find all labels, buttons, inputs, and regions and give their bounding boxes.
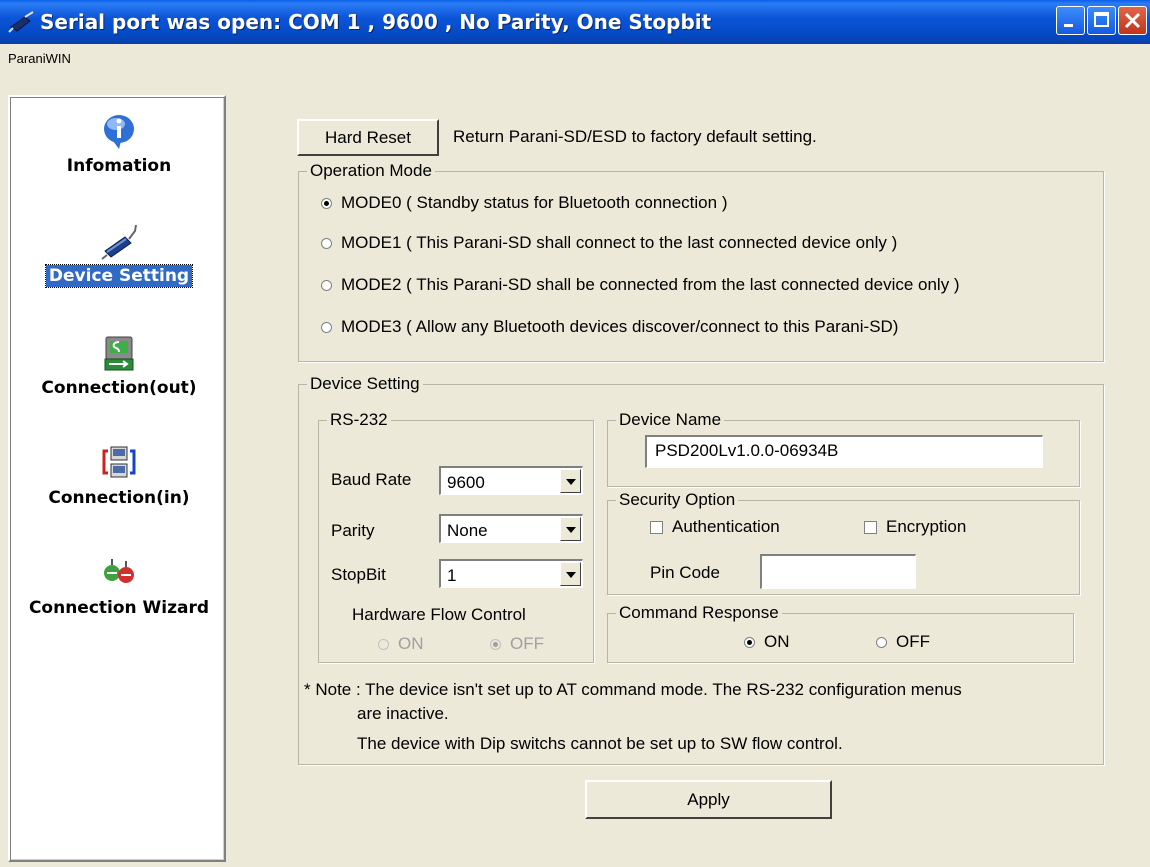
flow-control-label: Hardware Flow Control [352,605,526,624]
minimize-button[interactable] [1056,6,1085,35]
baud-rate-select[interactable]: 9600 [439,466,583,495]
title-bar[interactable]: Serial port was open: COM 1 , 9600 , No … [0,0,1150,44]
parity-select[interactable]: None [439,514,583,543]
checkbox-icon [650,520,663,534]
maximize-button[interactable] [1087,6,1116,35]
stopbit-label: StopBit [331,565,386,584]
note-line-2: are inactive. [357,704,449,723]
hard-reset-button[interactable]: Hard Reset [297,119,439,156]
serial-cable-icon [101,224,137,260]
mode3-radio[interactable]: MODE3 ( Allow any Bluetooth devices disc… [321,317,898,337]
radio-icon [321,321,332,333]
pin-code-input[interactable] [760,554,916,589]
rs232-title: RS-232 [327,410,391,430]
note-line-3: The device with Dip switchs cannot be se… [357,734,843,753]
sidebar-item-label: Connection Wizard [28,598,210,618]
radio-selected-icon [744,636,755,648]
mode0-label: MODE0 ( Standby status for Bluetooth con… [341,193,728,212]
close-button[interactable] [1118,6,1147,35]
sidebar-item-information[interactable]: Infomation [10,111,228,177]
command-response-off-label: OFF [896,632,930,651]
flow-on-radio[interactable]: ON [378,634,424,654]
device-name-input[interactable]: PSD200Lv1.0.0-06934B [645,435,1043,468]
command-response-on-radio[interactable]: ON [744,632,790,652]
mode1-radio[interactable]: MODE1 ( This Parani-SD shall connect to … [321,233,897,253]
sidebar-item-label: Infomation [66,156,172,176]
sidebar-item-label: Device Setting [44,264,194,288]
sidebar-item-device-setting[interactable]: Device Setting [10,221,228,288]
radio-icon [378,638,389,650]
stopbit-value: 1 [447,566,457,585]
radio-icon [876,636,887,648]
close-icon [1124,12,1141,29]
device-setting-title: Device Setting [307,374,423,394]
mode2-label: MODE2 ( This Parani-SD shall be connecte… [341,275,960,294]
command-response-title: Command Response [616,603,782,623]
apply-button[interactable]: Apply [585,780,832,819]
note-line-1: * Note : The device isn't set up to AT c… [304,680,962,699]
menu-paraniwin[interactable]: ParaniWIN [8,51,71,66]
checkbox-icon [864,520,877,534]
baud-rate-value: 9600 [447,473,485,492]
radio-selected-icon [321,197,332,209]
baud-rate-label: Baud Rate [331,470,412,489]
chevron-down-icon[interactable] [560,517,581,541]
hard-reset-description: Return Parani-SD/ESD to factory default … [453,127,817,146]
chevron-down-icon[interactable] [560,562,581,586]
radio-icon [321,279,332,291]
command-response-group: Command Response [607,603,1074,663]
serial-plug-icon [8,11,34,33]
encryption-label: Encryption [886,517,967,536]
command-response-off-radio[interactable]: OFF [876,632,930,652]
sidebar-item-connection-in[interactable]: Connection(in) [10,443,228,509]
flow-off-radio[interactable]: OFF [490,634,544,654]
parity-value: None [447,521,488,540]
connection-out-icon [104,336,134,371]
authentication-checkbox[interactable]: Authentication [650,517,780,537]
flow-on-label: ON [398,634,424,653]
flow-off-label: OFF [510,634,544,653]
mode0-radio[interactable]: MODE0 ( Standby status for Bluetooth con… [321,193,727,213]
mode2-radio[interactable]: MODE2 ( This Parani-SD shall be connecte… [321,275,960,295]
maximize-icon [1094,12,1109,27]
sidebar-item-label: Connection(out) [41,378,197,398]
connection-in-icon [102,446,136,478]
sidebar-item-connection-out[interactable]: Connection(out) [10,333,228,399]
stopbit-select[interactable]: 1 [439,559,583,588]
info-icon [104,115,134,149]
security-option-title: Security Option [616,490,739,510]
sidebar-nav: Infomation Device Setting Connection(out… [8,95,226,862]
radio-icon [321,237,332,249]
pin-code-label: Pin Code [650,563,720,582]
mode1-label: MODE1 ( This Parani-SD shall connect to … [341,233,898,252]
chevron-down-icon[interactable] [560,469,581,493]
sidebar-item-connection-wizard[interactable]: Connection Wizard [10,553,228,619]
sidebar-item-label: Connection(in) [48,488,190,508]
authentication-label: Authentication [672,517,780,536]
radio-selected-icon [490,638,501,650]
mode3-label: MODE3 ( Allow any Bluetooth devices disc… [341,317,899,336]
device-name-title: Device Name [616,410,725,430]
encryption-checkbox[interactable]: Encryption [864,517,966,537]
parity-label: Parity [331,521,375,540]
command-response-on-label: ON [764,632,790,651]
minimize-icon [1064,24,1073,27]
operation-mode-title: Operation Mode [307,161,435,181]
menu-bar [0,44,1150,74]
window-title: Serial port was open: COM 1 , 9600 , No … [40,10,712,34]
wizard-icon [104,559,134,583]
